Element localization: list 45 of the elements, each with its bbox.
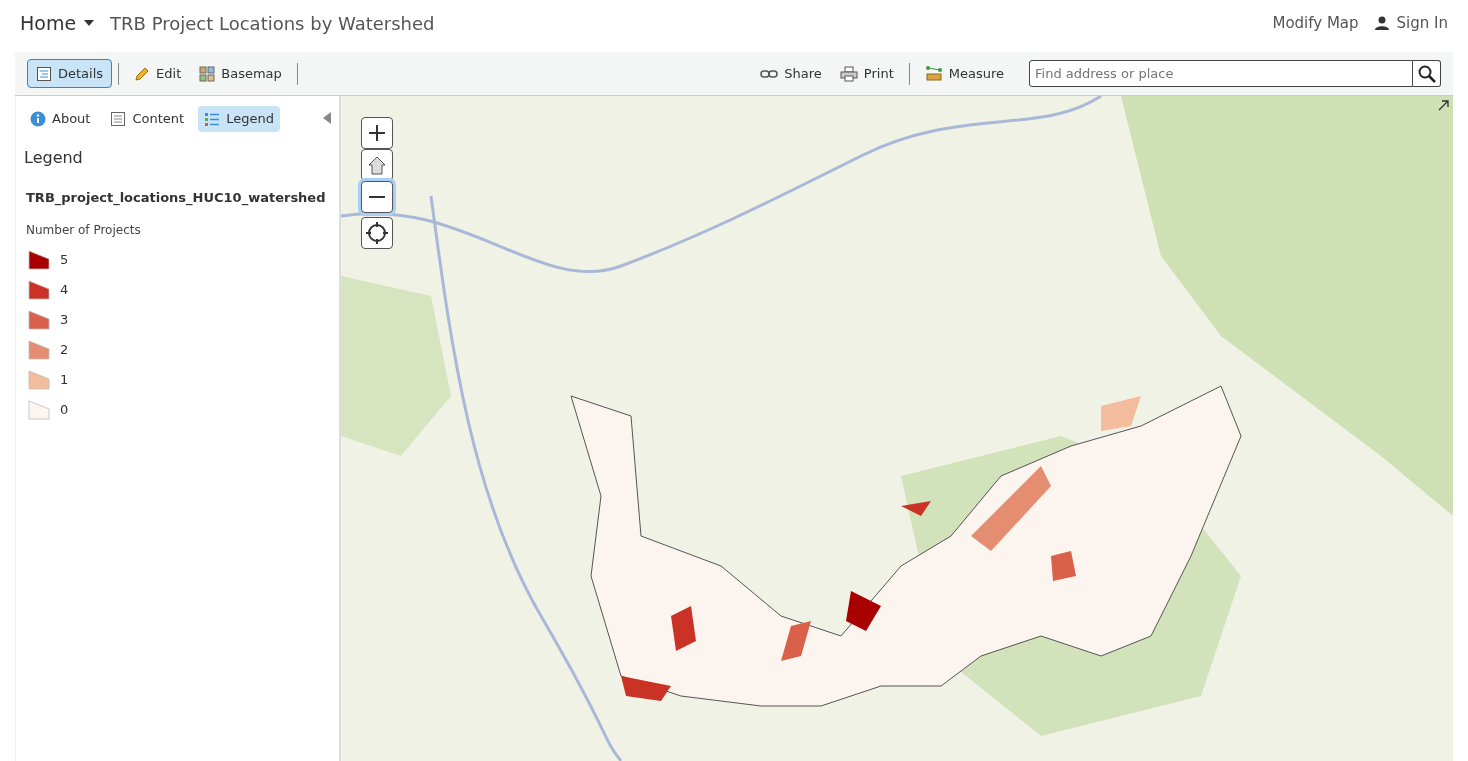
home-icon <box>367 155 387 175</box>
field-name: Number of Projects <box>26 222 142 239</box>
pencil-icon <box>134 65 151 82</box>
ruler-icon <box>924 64 943 83</box>
crosshair-icon <box>366 222 388 244</box>
grid-icon <box>199 65 216 82</box>
plus-icon <box>368 124 386 142</box>
toolbar-button[interactable]: Share <box>751 58 831 89</box>
home-menu[interactable]: Home <box>20 8 95 38</box>
legend-label: 1 <box>60 371 69 390</box>
details-icon <box>36 65 52 82</box>
panel-tab[interactable]: About <box>24 106 97 132</box>
map-title: TRB Project Locations by Watershed <box>110 11 435 36</box>
legend-label: 4 <box>60 281 69 300</box>
printer-icon <box>839 65 858 82</box>
info-icon <box>30 110 46 127</box>
search-button[interactable] <box>1413 60 1441 87</box>
list-icon <box>204 110 221 127</box>
panel-tab[interactable]: Legend <box>198 106 280 132</box>
document-icon <box>110 110 127 127</box>
panel-heading: Legend <box>24 146 84 169</box>
zoom-out-button[interactable] <box>361 181 393 213</box>
minus-icon <box>368 195 386 199</box>
legend-label: 3 <box>60 311 69 330</box>
toolbar-button[interactable]: Basemap <box>190 58 291 89</box>
toolbar-button[interactable]: Details <box>27 58 113 89</box>
caret-icon <box>84 20 95 26</box>
legend-label: 0 <box>60 401 69 420</box>
locate-button[interactable] <box>361 217 393 249</box>
toolbar-button[interactable]: Print <box>830 58 903 89</box>
zoom-in-button[interactable] <box>361 117 393 149</box>
toolbar-button[interactable]: Measure <box>915 58 1013 89</box>
collapse-icon[interactable] <box>323 112 331 124</box>
panel-tab[interactable]: Content <box>104 106 191 132</box>
search-field[interactable]: Find address or place <box>1029 60 1413 87</box>
link-icon <box>760 67 779 80</box>
layer-name: TRB_project_locations_HUC10_watershed <box>26 188 327 207</box>
home-button[interactable] <box>361 149 393 181</box>
user-icon <box>1374 16 1389 30</box>
legend-label: 5 <box>60 251 69 270</box>
expand-icon[interactable] <box>1438 100 1449 111</box>
header-link[interactable]: Modify Map <box>1272 11 1359 35</box>
sign-in-link[interactable]: Sign In <box>1374 11 1448 35</box>
toolbar-button[interactable]: Edit <box>125 58 191 89</box>
legend-label: 2 <box>60 341 69 360</box>
